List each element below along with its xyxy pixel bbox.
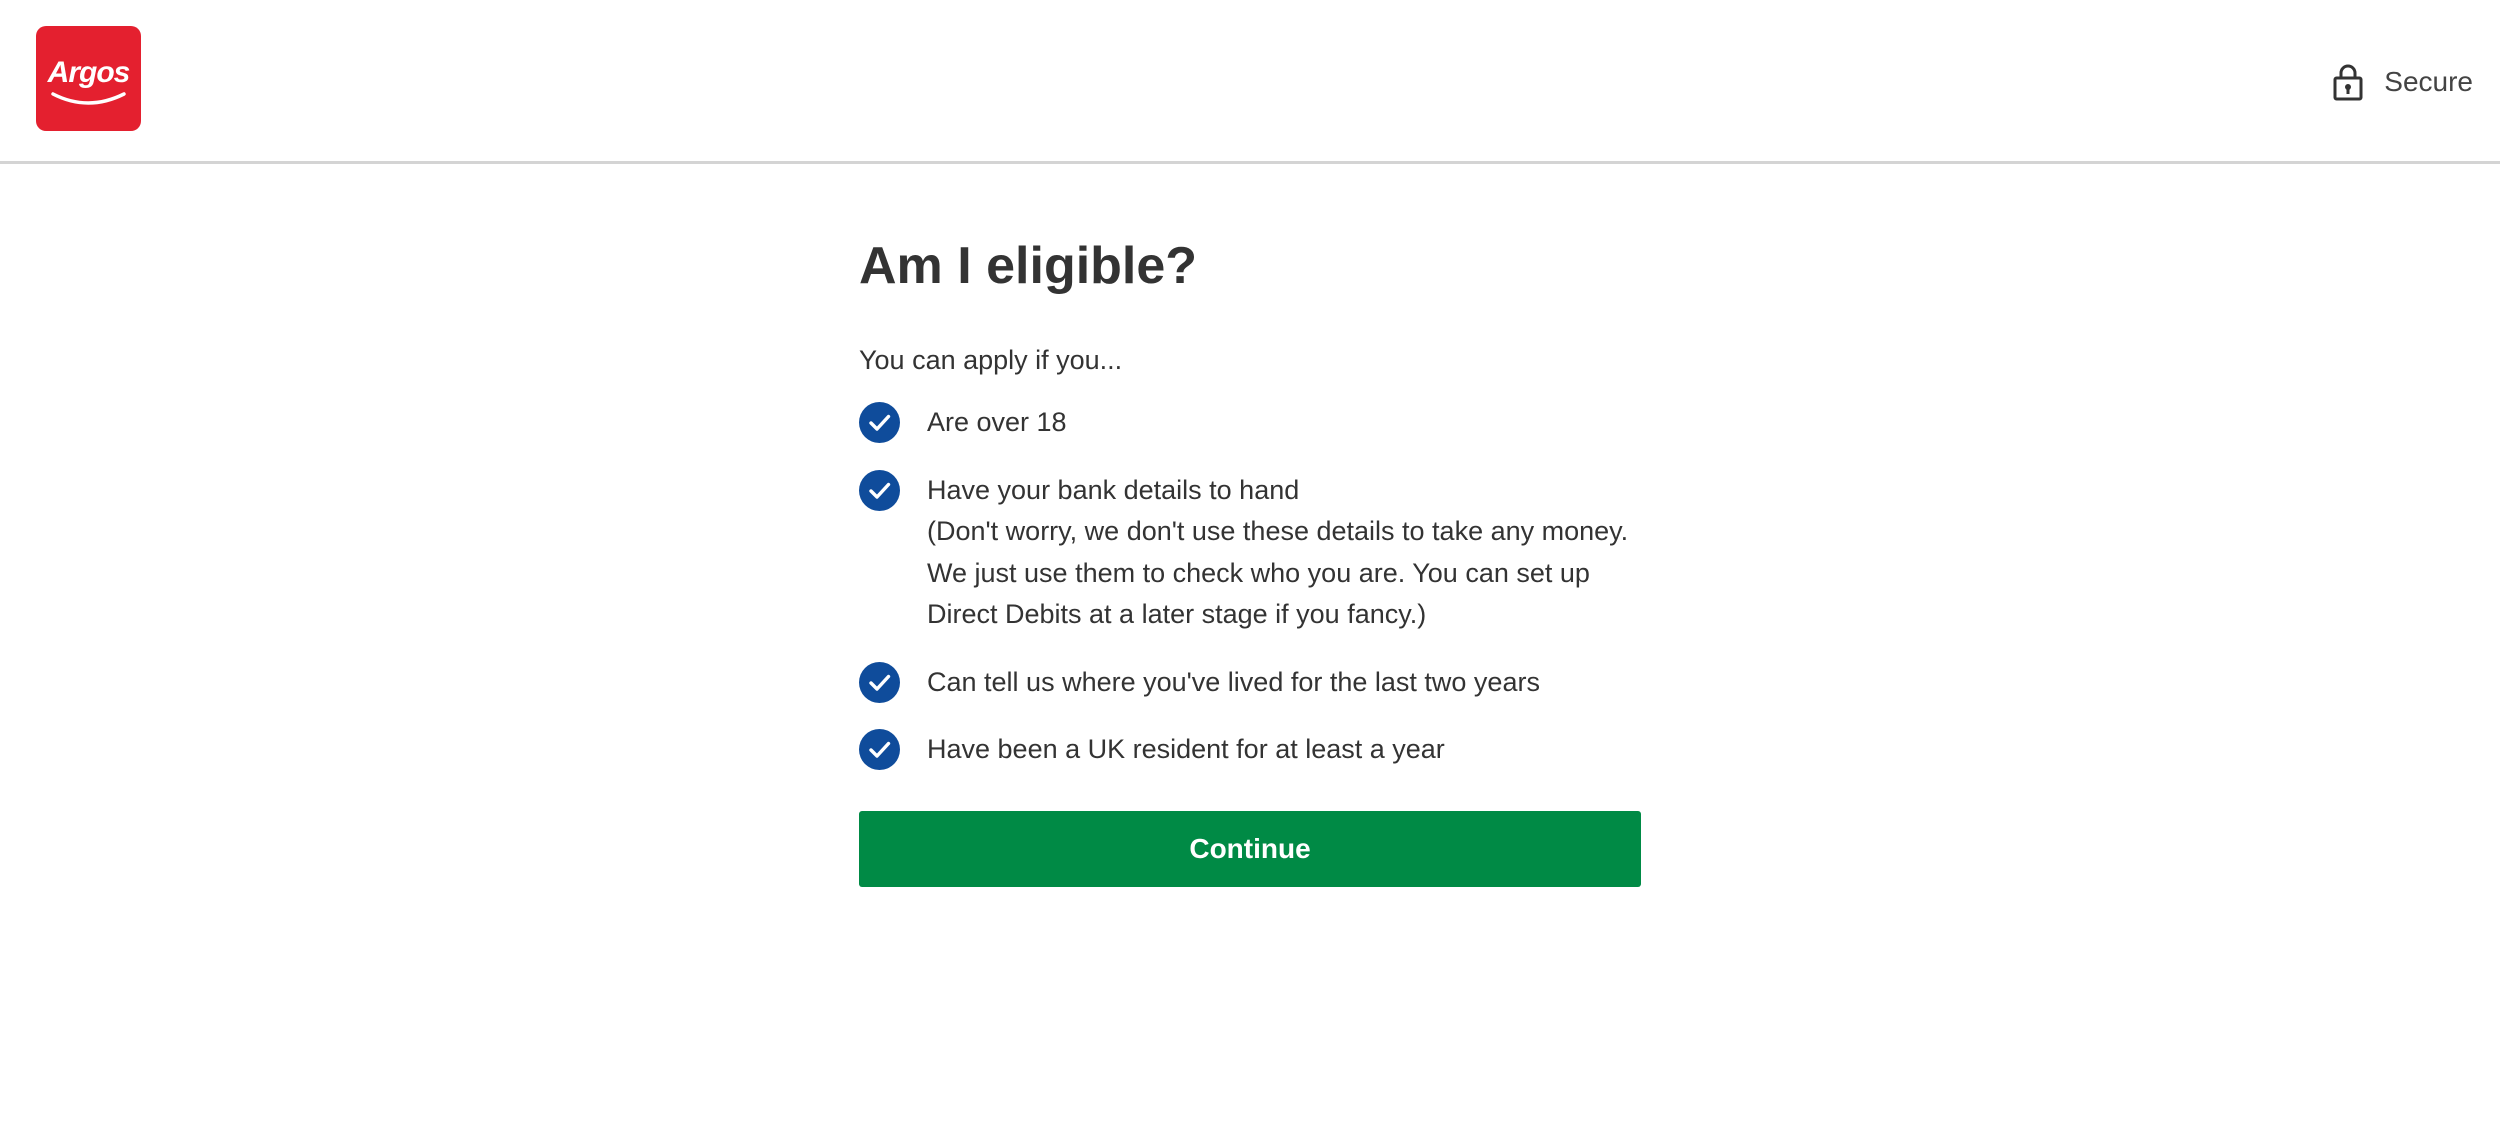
list-item: Have been a UK resident for at least a y… — [859, 729, 1641, 771]
check-circle-icon — [859, 661, 900, 703]
argos-logo[interactable]: Argos — [36, 26, 141, 131]
header: Argos Secure — [0, 0, 2500, 164]
list-item: Are over 18 — [859, 402, 1641, 444]
check-circle-icon — [859, 469, 900, 511]
secure-label: Secure — [2384, 66, 2473, 97]
list-item-label: Are over 18 — [927, 407, 1067, 437]
check-circle-icon — [859, 402, 900, 443]
eligibility-checklist: Are over 18 Have your bank details to ha… — [859, 402, 1641, 771]
list-item: Have your bank details to hand (Don't wo… — [859, 469, 1641, 636]
list-item-label: Have been a UK resident for at least a y… — [927, 734, 1445, 764]
check-circle-icon — [859, 729, 900, 770]
intro-text: You can apply if you... — [859, 345, 1123, 375]
list-item: Can tell us where you've lived for the l… — [859, 661, 1641, 704]
lock-icon — [2333, 64, 2363, 101]
list-item-detail: (Don't worry, we don't use these details… — [927, 516, 1629, 629]
continue-button[interactable]: Continue — [859, 810, 1641, 887]
secure-indicator: Secure — [2333, 60, 2473, 104]
list-item-label: Have your bank details to hand — [927, 474, 1300, 505]
logo-text: Argos — [47, 56, 131, 89]
eligibility-panel: Am I eligible? You can apply if you... A… — [859, 230, 1641, 887]
logo-smile — [51, 92, 126, 105]
page-title: Am I eligible? — [859, 237, 1198, 295]
list-item-label: Can tell us where you've lived for the l… — [927, 666, 1540, 697]
